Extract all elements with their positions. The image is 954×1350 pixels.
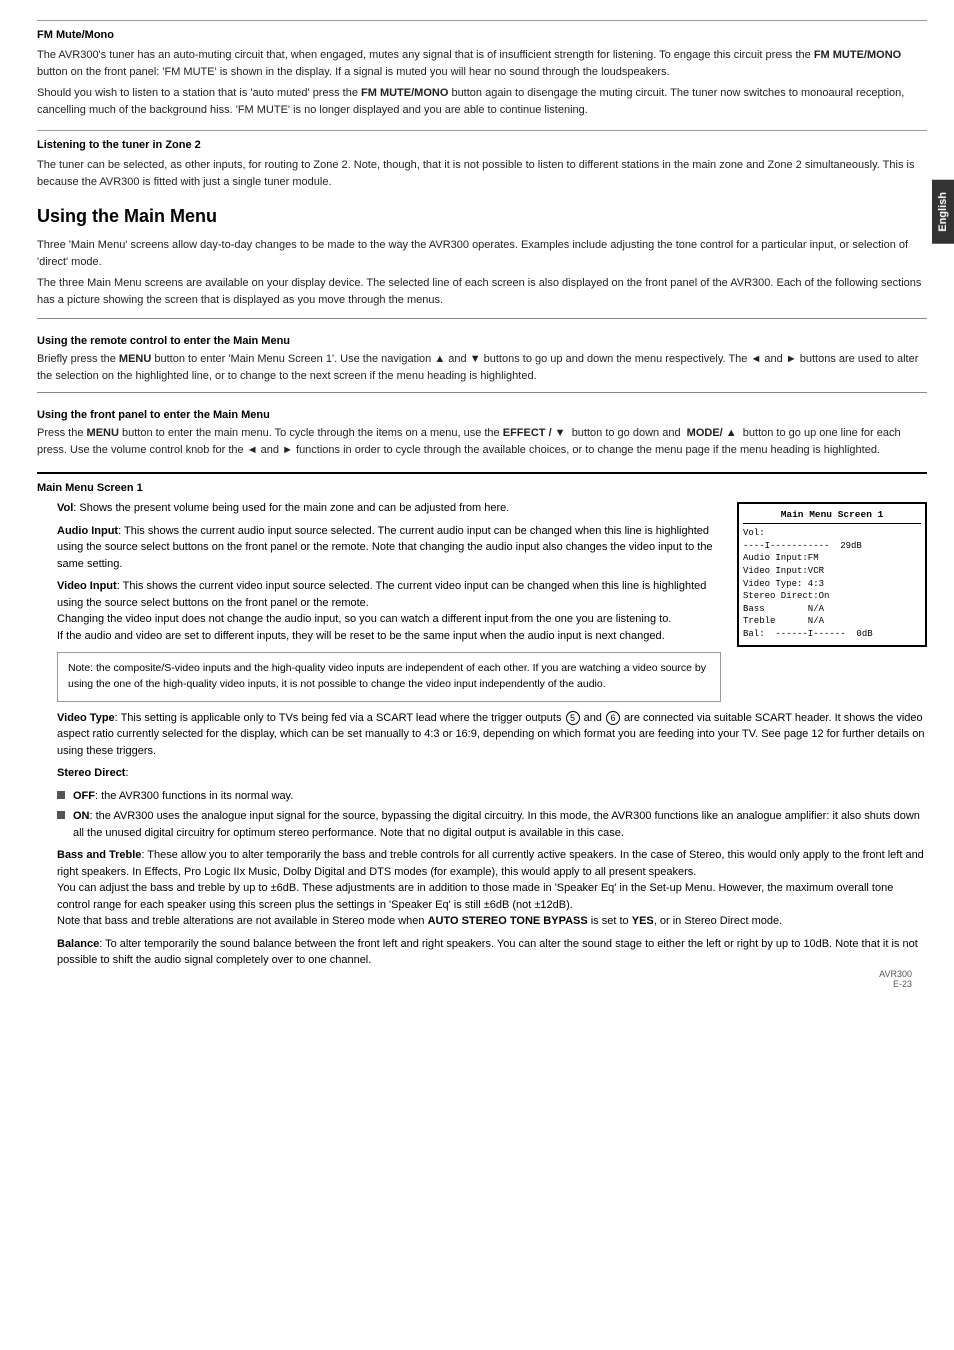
note-text: Note: the composite/S-video inputs and t… bbox=[68, 662, 706, 690]
balance-label: Balance bbox=[57, 938, 99, 950]
fm-mute-body: The AVR300's tuner has an auto-muting ci… bbox=[37, 47, 927, 118]
remote-body: Briefly press the MENU button to enter '… bbox=[37, 351, 927, 384]
screen-box-title: Main Menu Screen 1 bbox=[743, 508, 921, 524]
note-box: Note: the composite/S-video inputs and t… bbox=[57, 652, 721, 702]
stereo-off-item: OFF: the AVR300 functions in its normal … bbox=[57, 788, 927, 805]
screen1-section: Main Menu Screen 1 Vol: Shows the presen… bbox=[37, 472, 927, 969]
screen1-layout: Vol: Shows the present volume being used… bbox=[37, 500, 927, 710]
stereo-direct-label: Stereo Direct bbox=[57, 767, 125, 779]
main-menu-intro: Three 'Main Menu' screens allow day-to-d… bbox=[37, 237, 927, 308]
fm-mute-title: FM Mute/Mono bbox=[37, 29, 927, 41]
front-panel-body: Press the MENU button to enter the main … bbox=[37, 425, 927, 458]
main-menu-heading: Using the Main Menu bbox=[37, 206, 927, 227]
main-menu-section: Using the Main Menu Three 'Main Menu' sc… bbox=[37, 206, 927, 458]
audio-input-item: Audio Input: This shows the current audi… bbox=[57, 523, 721, 573]
main-menu-intro1: Three 'Main Menu' screens allow day-to-d… bbox=[37, 237, 927, 270]
fm-mute-para1: The AVR300's tuner has an auto-muting ci… bbox=[37, 47, 927, 80]
screen1-text-col: Vol: Shows the present volume being used… bbox=[37, 500, 721, 710]
video-input-item: Video Input: This shows the current vide… bbox=[57, 578, 721, 644]
fm-mute-para2: Should you wish to listen to a station t… bbox=[37, 85, 927, 118]
stereo-off-text: OFF: the AVR300 functions in its normal … bbox=[73, 788, 293, 805]
bullet-on-icon bbox=[57, 811, 65, 819]
remote-sub-heading: Using the remote control to enter the Ma… bbox=[37, 335, 927, 347]
front-panel-sub-section: Using the front panel to enter the Main … bbox=[37, 392, 927, 458]
main-menu-intro2: The three Main Menu screens are availabl… bbox=[37, 275, 927, 308]
audio-input-label: Audio Input bbox=[57, 525, 118, 537]
front-panel-sub-heading: Using the front panel to enter the Main … bbox=[37, 409, 927, 421]
page-number: E-23 bbox=[879, 979, 912, 989]
stereo-direct-bullets: OFF: the AVR300 functions in its normal … bbox=[57, 788, 927, 842]
zone2-section: Listening to the tuner in Zone 2 The tun… bbox=[37, 130, 927, 190]
remote-sub-section: Using the remote control to enter the Ma… bbox=[37, 318, 927, 384]
stereo-on-text: ON: the AVR300 uses the analogue input s… bbox=[73, 808, 927, 841]
screen-box-content: Vol: ----I----------- 29dB Audio Input:F… bbox=[743, 527, 921, 640]
vol-label: Vol bbox=[57, 502, 73, 514]
model-label: AVR300 bbox=[879, 969, 912, 979]
zone2-body: The tuner can be selected, as other inpu… bbox=[37, 157, 927, 190]
stereo-direct-item: Stereo Direct: bbox=[57, 765, 927, 782]
zone2-title: Listening to the tuner in Zone 2 bbox=[37, 139, 927, 151]
screen1-title: Main Menu Screen 1 bbox=[37, 482, 927, 494]
stereo-on-item: ON: the AVR300 uses the analogue input s… bbox=[57, 808, 927, 841]
trigger-6-icon: 6 bbox=[606, 711, 620, 725]
balance-item: Balance: To alter temporarily the sound … bbox=[57, 936, 927, 969]
bass-treble-item: Bass and Treble: These allow you to alte… bbox=[57, 847, 927, 930]
video-type-item: Video Type: This setting is applicable o… bbox=[57, 710, 927, 760]
fm-mute-section: FM Mute/Mono The AVR300's tuner has an a… bbox=[37, 20, 927, 118]
video-input-label: Video Input bbox=[57, 580, 117, 592]
trigger-5-icon: 5 bbox=[566, 711, 580, 725]
zone2-para1: The tuner can be selected, as other inpu… bbox=[37, 157, 927, 190]
page-label: AVR300 E-23 bbox=[879, 969, 912, 989]
video-type-label: Video Type bbox=[57, 712, 115, 724]
bullet-off-icon bbox=[57, 791, 65, 799]
screen-box: Main Menu Screen 1 Vol: ----I-----------… bbox=[737, 502, 927, 647]
bass-treble-label: Bass and Treble bbox=[57, 849, 141, 861]
vol-item: Vol: Shows the present volume being used… bbox=[57, 500, 721, 517]
